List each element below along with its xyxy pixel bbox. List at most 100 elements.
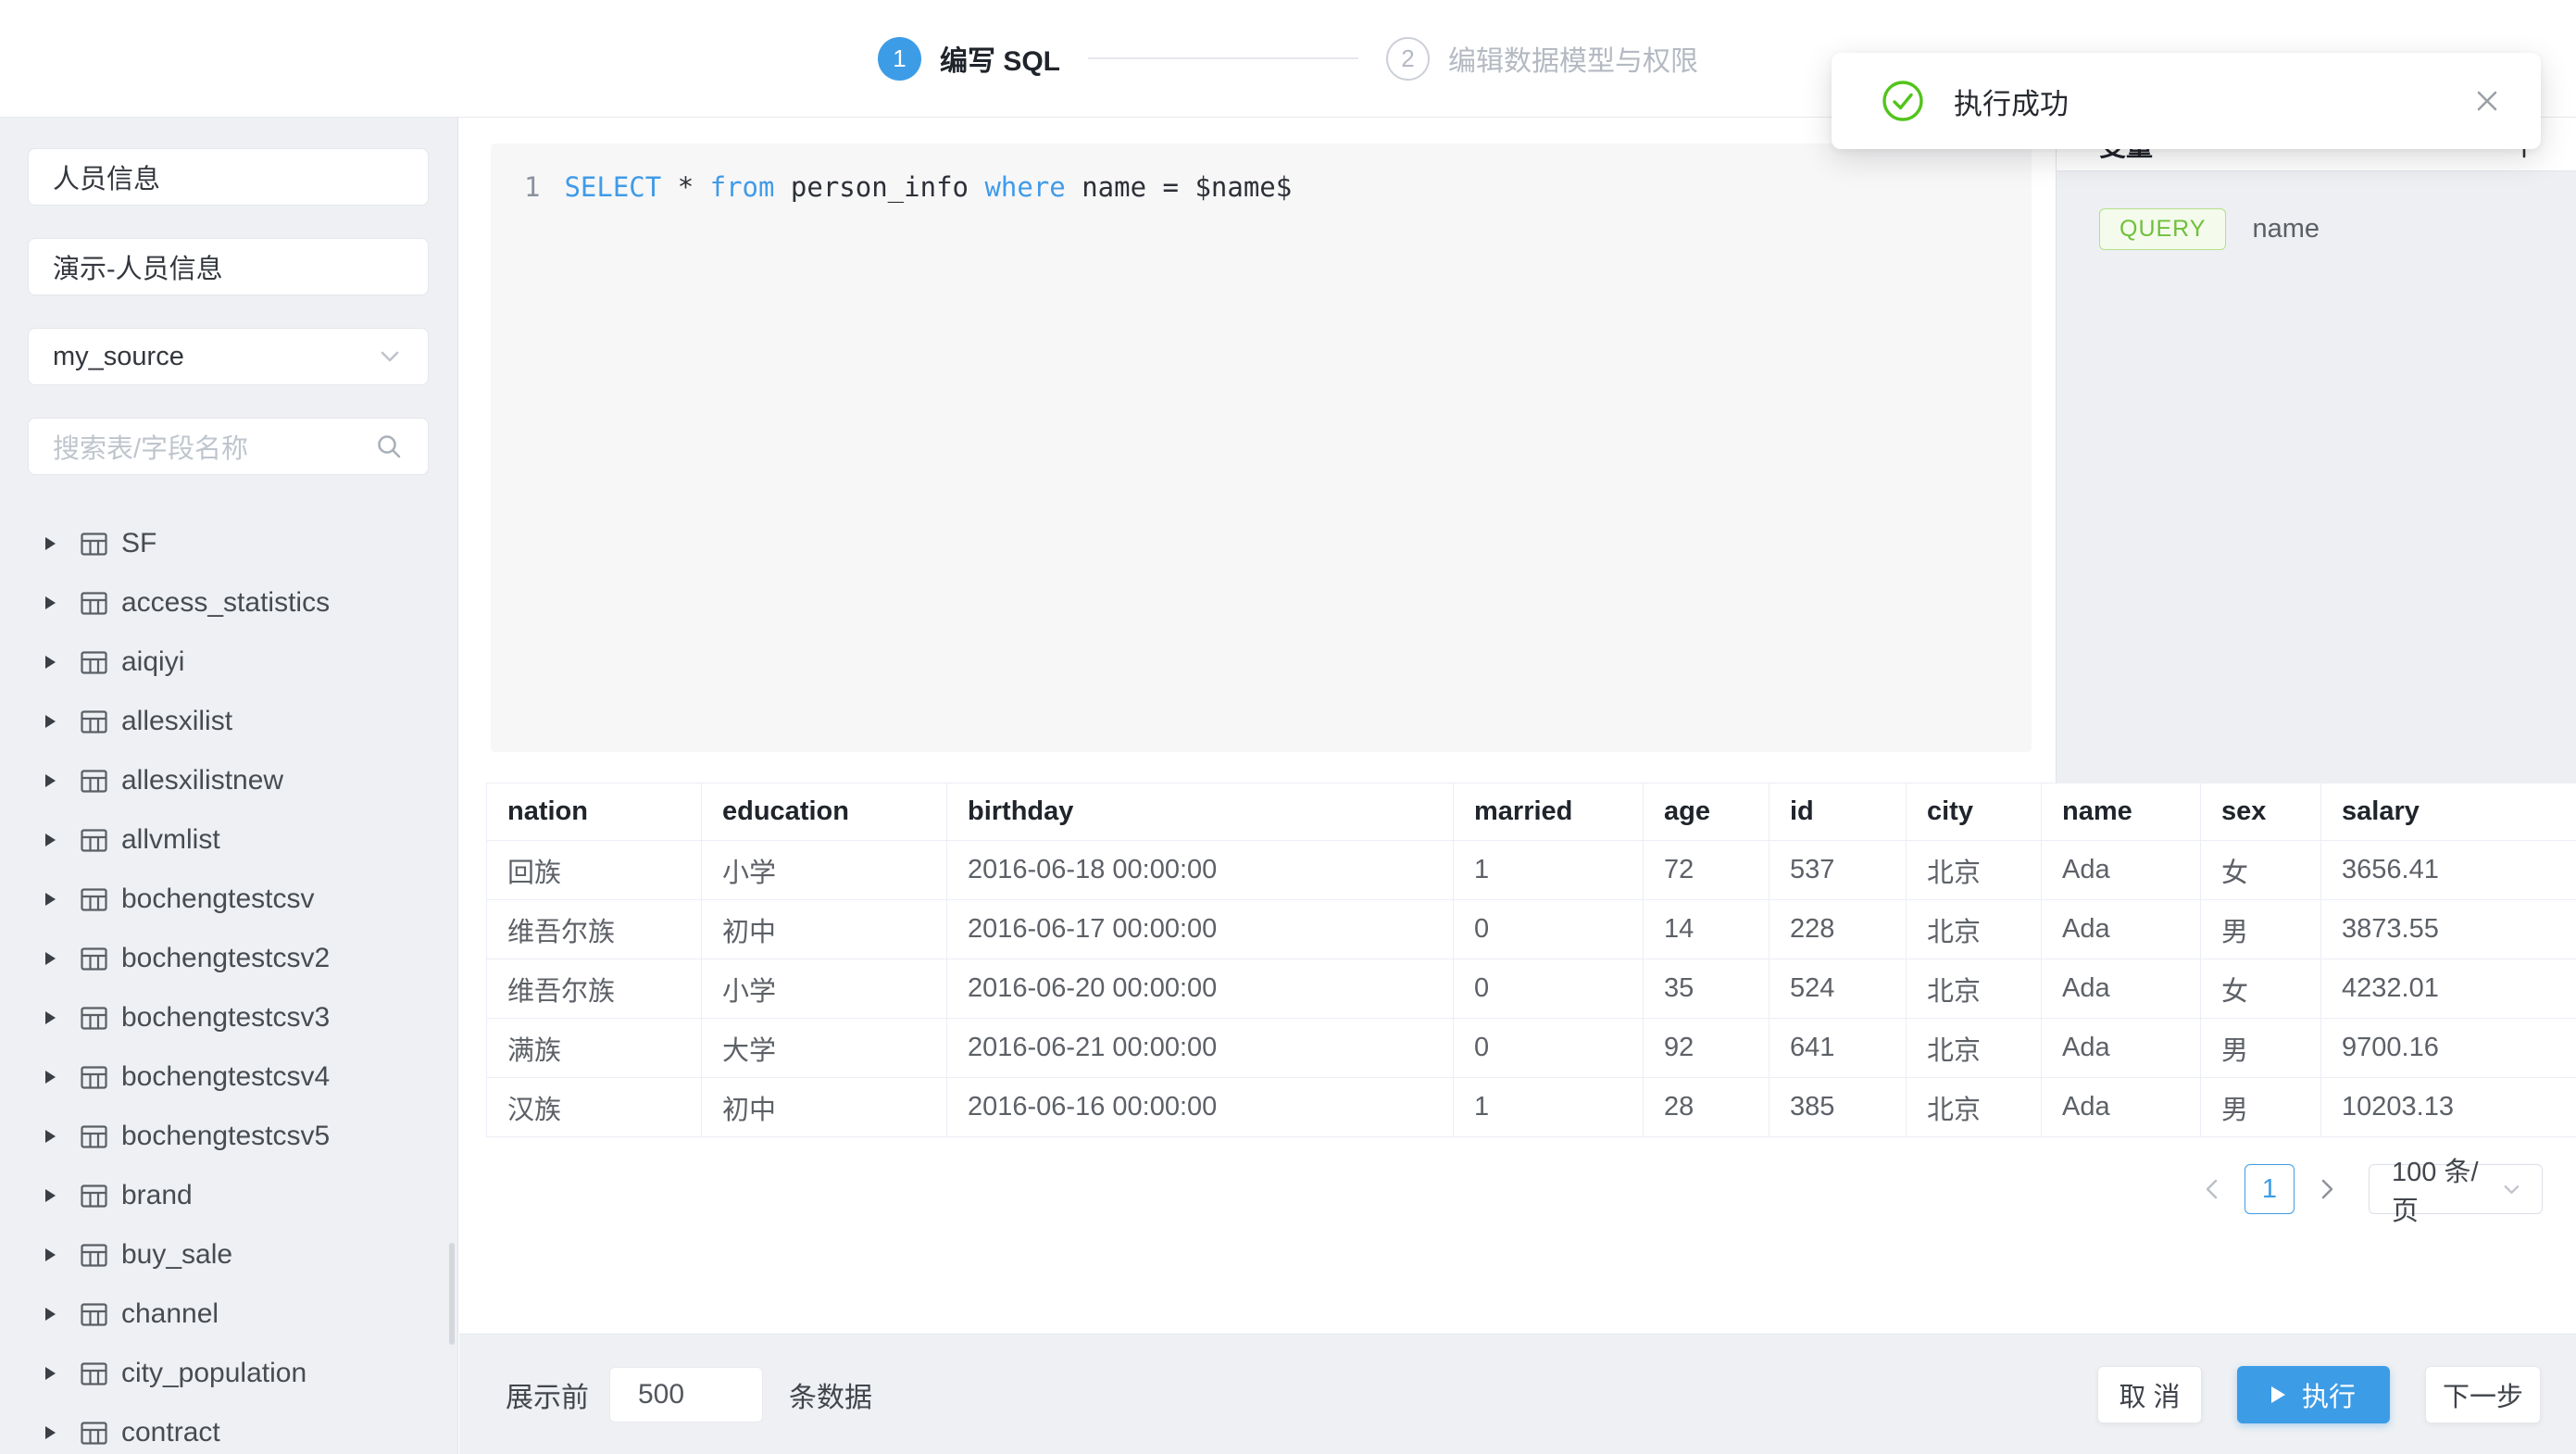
expand-caret-icon[interactable]	[45, 537, 56, 550]
step-1-label: 编写 SQL	[940, 38, 1060, 79]
table-name: SF	[121, 528, 156, 559]
tree-item-SF[interactable]: SF	[28, 514, 429, 573]
tree-item-brand[interactable]: brand	[28, 1166, 429, 1225]
table-cell: 北京	[1907, 1019, 2042, 1078]
table-name: aiqiyi	[121, 646, 184, 678]
table-icon	[81, 1244, 107, 1267]
table-cell: 228	[1769, 900, 1907, 959]
success-toast: 执行成功	[1832, 53, 2541, 149]
row-limit-input[interactable]: 500	[609, 1367, 763, 1423]
tree-item-bochengtestcsv4[interactable]: bochengtestcsv4	[28, 1047, 429, 1107]
expand-caret-icon[interactable]	[45, 1011, 56, 1024]
dataset-display-name-input[interactable]: 演示-人员信息	[28, 238, 429, 295]
expand-caret-icon[interactable]	[45, 1071, 56, 1084]
sql-code-line: 1 SELECT * from person_info where name =…	[524, 169, 2032, 206]
table-cell: 28	[1644, 1078, 1769, 1137]
execute-button-label: 执行	[2302, 1375, 2356, 1414]
dataset-name-value: 人员信息	[53, 157, 404, 196]
main-area: 1 SELECT * from person_info where name =…	[459, 118, 2576, 1454]
datasource-select[interactable]: my_source	[28, 328, 429, 385]
search-icon	[374, 432, 404, 461]
table-name: allesxilist	[121, 706, 232, 737]
table-cell: 2016-06-17 00:00:00	[947, 900, 1454, 959]
table-cell: 35	[1644, 959, 1769, 1019]
expand-caret-icon[interactable]	[45, 596, 56, 609]
table-cell: 14	[1644, 900, 1769, 959]
row-limit-value: 500	[638, 1379, 684, 1410]
table-cell: 2016-06-18 00:00:00	[947, 841, 1454, 900]
table-cell: 男	[2201, 1019, 2321, 1078]
table-cell: 0	[1454, 1019, 1644, 1078]
line-number: 1	[524, 169, 540, 206]
current-page-button[interactable]: 1	[2245, 1164, 2295, 1214]
tree-item-bochengtestcsv2[interactable]: bochengtestcsv2	[28, 929, 429, 988]
table-cell: 小学	[702, 841, 947, 900]
table-cell: 女	[2201, 959, 2321, 1019]
table-cell: 92	[1644, 1019, 1769, 1078]
sidebar-scrollbar-thumb[interactable]	[449, 1243, 455, 1345]
table-row: 汉族初中2016-06-16 00:00:00128385北京Ada男10203…	[487, 1078, 2576, 1137]
table-cell: 北京	[1907, 1078, 2042, 1137]
tree-item-allesxilistnew[interactable]: allesxilistnew	[28, 751, 429, 810]
table-name: allvmlist	[121, 824, 220, 856]
expand-caret-icon[interactable]	[45, 1130, 56, 1143]
bottom-action-bar: 展示前 500 条数据 取 消 执行 下一步	[459, 1335, 2576, 1454]
cancel-button[interactable]: 取 消	[2097, 1366, 2202, 1423]
table-cell: 维吾尔族	[487, 900, 702, 959]
execute-button[interactable]: 执行	[2237, 1366, 2390, 1423]
datasource-selected-value: my_source	[53, 342, 376, 372]
expand-caret-icon[interactable]	[45, 893, 56, 906]
table-icon	[81, 1125, 107, 1148]
toast-message: 执行成功	[1954, 81, 2069, 122]
table-cell: Ada	[2042, 841, 2201, 900]
table-cell: Ada	[2042, 900, 2201, 959]
tree-item-contract[interactable]: contract	[28, 1403, 429, 1454]
table-cell: 72	[1644, 841, 1769, 900]
table-cell: 4232.01	[2321, 959, 2576, 1019]
next-page-icon[interactable]	[2315, 1177, 2339, 1201]
prev-page-icon[interactable]	[2200, 1177, 2224, 1201]
tree-item-city_population[interactable]: city_population	[28, 1344, 429, 1403]
expand-caret-icon[interactable]	[45, 834, 56, 846]
toast-close-icon[interactable]	[2474, 88, 2500, 114]
table-search-placeholder: 搜索表/字段名称	[53, 427, 374, 466]
dataset-name-input[interactable]: 人员信息	[28, 148, 429, 206]
sql-keyword: from	[710, 171, 775, 203]
page-size-select[interactable]: 100 条/页	[2369, 1164, 2543, 1214]
variable-row[interactable]: QUERYname	[2099, 208, 2576, 250]
action-buttons: 取 消 执行 下一步	[2097, 1366, 2541, 1423]
tree-item-allvmlist[interactable]: allvmlist	[28, 810, 429, 870]
result-table-header-row: nationeducationbirthdaymarriedageidcityn…	[487, 783, 2576, 841]
pagination: 1 100 条/页	[2200, 1164, 2543, 1214]
expand-caret-icon[interactable]	[45, 1308, 56, 1321]
expand-caret-icon[interactable]	[45, 656, 56, 669]
sql-editor[interactable]: 1 SELECT * from person_info where name =…	[491, 144, 2032, 752]
tree-item-buy_sale[interactable]: buy_sale	[28, 1225, 429, 1285]
tree-item-allesxilist[interactable]: allesxilist	[28, 692, 429, 751]
table-cell: 10203.13	[2321, 1078, 2576, 1137]
table-cell: 男	[2201, 1078, 2321, 1137]
expand-caret-icon[interactable]	[45, 1248, 56, 1261]
table-icon	[81, 888, 107, 911]
table-name: bochengtestcsv3	[121, 1002, 330, 1034]
table-cell: 男	[2201, 900, 2321, 959]
expand-caret-icon[interactable]	[45, 952, 56, 965]
variable-type-badge: QUERY	[2099, 208, 2226, 250]
tree-item-access_statistics[interactable]: access_statistics	[28, 573, 429, 633]
next-step-button[interactable]: 下一步	[2425, 1366, 2541, 1423]
tree-item-channel[interactable]: channel	[28, 1285, 429, 1344]
tree-item-aiqiyi[interactable]: aiqiyi	[28, 633, 429, 692]
column-header-education: education	[702, 783, 947, 841]
sql-statement: SELECT * from person_info where name = $…	[564, 169, 1292, 206]
table-icon	[81, 710, 107, 733]
expand-caret-icon[interactable]	[45, 774, 56, 787]
tree-item-bochengtestcsv3[interactable]: bochengtestcsv3	[28, 988, 429, 1047]
expand-caret-icon[interactable]	[45, 1426, 56, 1439]
expand-caret-icon[interactable]	[45, 1189, 56, 1202]
tree-item-bochengtestcsv[interactable]: bochengtestcsv	[28, 870, 429, 929]
tree-item-bochengtestcsv5[interactable]: bochengtestcsv5	[28, 1107, 429, 1166]
expand-caret-icon[interactable]	[45, 715, 56, 728]
expand-caret-icon[interactable]	[45, 1367, 56, 1380]
page-size-value: 100 条/页	[2392, 1150, 2500, 1228]
table-search-input[interactable]: 搜索表/字段名称	[28, 418, 429, 475]
